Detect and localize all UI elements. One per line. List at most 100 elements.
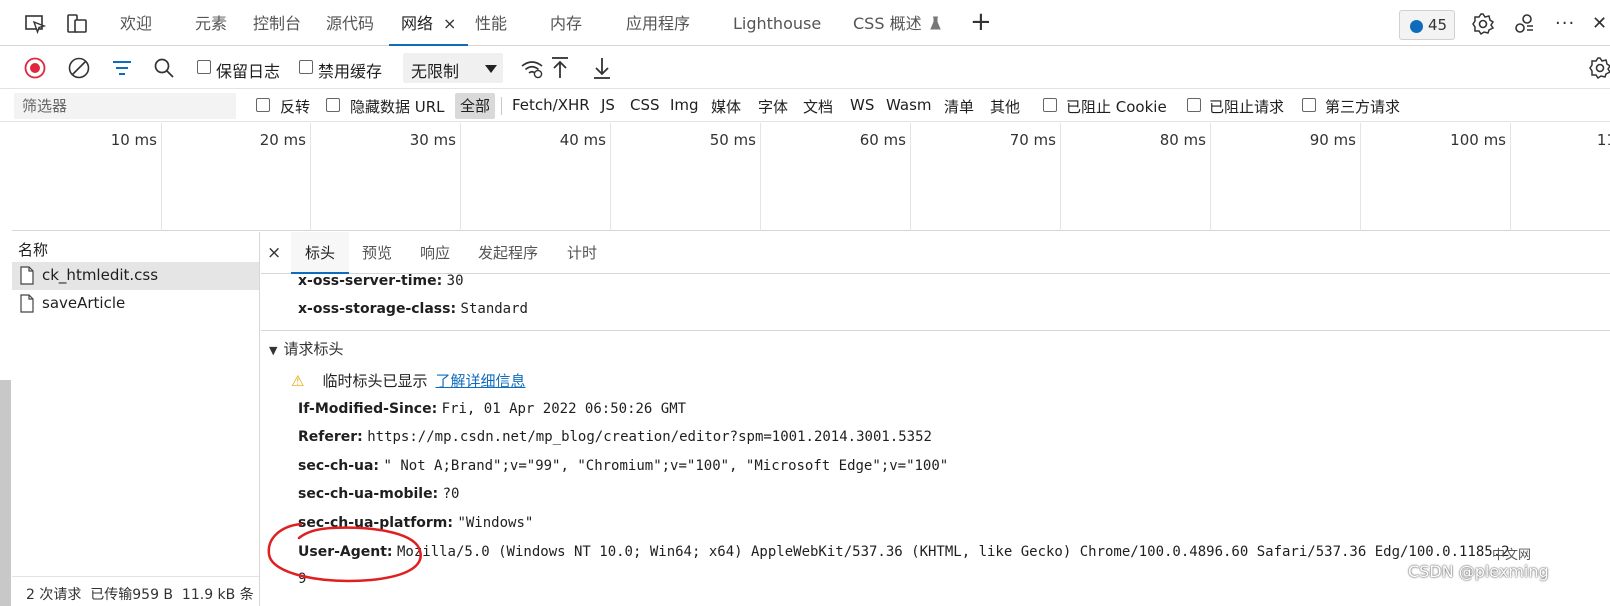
detail-tab-bar: × 标头 预览 响应 发起程序 计时: [261, 232, 1610, 274]
timeline-tick: 100 ms: [1361, 123, 1511, 231]
close-detail-icon[interactable]: ×: [267, 232, 281, 274]
response-header-row: x-oss-storage-class: Standard: [298, 301, 528, 317]
type-filter-media[interactable]: 媒体: [711, 96, 741, 117]
import-har-upload-icon[interactable]: [549, 56, 571, 80]
learn-more-link[interactable]: 了解详细信息: [435, 372, 525, 390]
request-row[interactable]: saveArticle: [12, 290, 259, 318]
hide-data-urls-checkbox[interactable]: [326, 98, 340, 112]
tab-application[interactable]: 应用程序: [626, 0, 690, 46]
warning-icon: ⚠: [291, 372, 305, 390]
tab-response[interactable]: 响应: [420, 232, 450, 274]
timeline-tick: 50 ms: [611, 123, 761, 231]
red-annotation-circle: [267, 522, 422, 583]
tab-console[interactable]: 控制台: [253, 0, 301, 46]
section-divider: [261, 330, 1610, 331]
timeline-tick: 11: [1596, 131, 1610, 149]
close-devtools-button[interactable]: ✕: [1592, 0, 1607, 46]
timeline-tick: 20 ms: [162, 123, 311, 231]
scrollbar[interactable]: [0, 380, 11, 606]
preserve-log-label: 保留日志: [216, 62, 281, 81]
filter-bar: 反转 隐藏数据 URL 全部 Fetch/XHR JS CSS Img 媒体 字…: [0, 90, 1610, 122]
request-detail-pane: × 标头 预览 响应 发起程序 计时 x-oss-server-time: 30…: [261, 232, 1610, 606]
record-stop-icon[interactable]: [24, 57, 46, 79]
tab-timing[interactable]: 计时: [567, 232, 597, 274]
clear-icon[interactable]: [68, 57, 90, 79]
tab-lighthouse[interactable]: Lighthouse: [733, 0, 821, 46]
response-header-row: x-oss-server-time: 30: [298, 273, 464, 289]
tab-preview[interactable]: 预览: [362, 232, 392, 274]
triangle-down-icon: ▼: [269, 344, 278, 357]
tab-welcome[interactable]: 欢迎: [120, 0, 152, 46]
customize-people-icon[interactable]: [1514, 13, 1536, 35]
export-har-download-icon[interactable]: [591, 56, 613, 80]
filter-icon[interactable]: [111, 57, 133, 79]
tab-network[interactable]: 网络 ×: [389, 0, 469, 46]
blocked-cookies-checkbox[interactable]: [1043, 98, 1057, 112]
request-header-row: sec-ch-ua-mobile: ?0: [298, 486, 460, 502]
timeline-tick: 60 ms: [761, 123, 911, 231]
type-filter-css[interactable]: CSS: [630, 96, 660, 114]
provisional-headers-warning: ⚠ 临时标头已显示 了解详细信息: [291, 372, 526, 390]
type-filter-other[interactable]: 其他: [990, 96, 1020, 117]
blocked-requests-label: 已阻止请求: [1209, 98, 1285, 116]
console-messages-badge[interactable]: 45: [1399, 10, 1455, 40]
network-toolbar: 保留日志 禁用缓存 无限制: [0, 47, 1610, 89]
blocked-requests-checkbox[interactable]: [1187, 98, 1201, 112]
type-filter-all[interactable]: 全部: [455, 93, 496, 119]
network-settings-gear-icon[interactable]: [1588, 56, 1610, 80]
invert-checkbox[interactable]: [256, 98, 270, 112]
tab-elements[interactable]: 元素: [195, 0, 227, 46]
inspect-element-icon[interactable]: [24, 13, 46, 35]
type-filter-ws[interactable]: WS: [850, 96, 874, 114]
tab-memory[interactable]: 内存: [550, 0, 582, 46]
preserve-log-checkbox[interactable]: [197, 60, 211, 74]
network-overview-timeline[interactable]: 10 ms 20 ms 30 ms 40 ms 50 ms 60 ms 70 m…: [12, 123, 1610, 231]
tab-performance[interactable]: 性能: [475, 0, 507, 46]
search-icon[interactable]: [153, 57, 175, 79]
devtools-tab-bar: 欢迎 元素 控制台 源代码 网络 × 性能 内存 应用程序 Lighthouse …: [0, 0, 1610, 46]
php-cn-badge: 中文网: [1492, 548, 1532, 563]
request-header-row: User-Agent: Mozilla/5.0 (Windows NT 10.0…: [298, 544, 1510, 560]
invert-label: 反转: [280, 98, 311, 116]
more-options-button[interactable]: ···: [1555, 0, 1575, 46]
disable-cache-checkbox[interactable]: [299, 60, 313, 74]
type-filter-doc[interactable]: 文档: [803, 96, 833, 117]
add-tab-button[interactable]: +: [970, 0, 992, 46]
request-header-row: sec-ch-ua: " Not A;Brand";v="99", "Chrom…: [298, 458, 949, 474]
close-tab-icon[interactable]: ×: [443, 14, 456, 33]
hide-data-urls-label: 隐藏数据 URL: [350, 98, 445, 116]
request-header-row: Referer: https://mp.csdn.net/mp_blog/cre…: [298, 429, 932, 445]
disable-cache-label: 禁用缓存: [318, 62, 383, 81]
tab-css-overview[interactable]: CSS 概述: [853, 0, 941, 46]
csdn-watermark: CSDN @plexming: [1408, 562, 1549, 581]
divider: [501, 97, 502, 115]
request-row[interactable]: ck_htmledit.css: [12, 262, 259, 290]
throttling-select[interactable]: 无限制: [403, 53, 503, 83]
type-filter-wasm[interactable]: Wasm: [886, 96, 932, 114]
type-filter-js[interactable]: JS: [601, 96, 615, 114]
settings-gear-icon[interactable]: [1471, 12, 1495, 36]
type-filter-img[interactable]: Img: [670, 96, 699, 114]
tab-sources[interactable]: 源代码: [326, 0, 374, 46]
timeline-tick: 70 ms: [911, 123, 1061, 231]
type-filter-font[interactable]: 字体: [758, 96, 788, 117]
request-headers-section-toggle[interactable]: ▼ 请求标头: [269, 338, 343, 359]
timeline-tick: 80 ms: [1061, 123, 1211, 231]
tab-headers[interactable]: 标头: [291, 232, 350, 274]
network-conditions-wifi-icon[interactable]: [520, 56, 544, 80]
timeline-tick: 10 ms: [12, 123, 162, 231]
experiment-flask-icon: [929, 16, 941, 30]
timeline-tick: 90 ms: [1211, 123, 1361, 231]
type-filter-manifest[interactable]: 清单: [944, 96, 974, 117]
chevron-down-icon: [485, 65, 497, 73]
third-party-checkbox[interactable]: [1302, 98, 1316, 112]
request-header-row: If-Modified-Since: Fri, 01 Apr 2022 06:5…: [298, 401, 687, 417]
request-list: 名称 ck_htmledit.css saveArticle 2 次请求 已传输…: [12, 232, 260, 606]
name-column-header[interactable]: 名称: [12, 232, 260, 266]
device-emulation-icon[interactable]: [66, 13, 88, 35]
filter-input[interactable]: [14, 93, 236, 119]
message-icon: [1410, 20, 1423, 33]
type-filter-fetch-xhr[interactable]: Fetch/XHR: [512, 96, 590, 114]
blocked-cookies-label: 已阻止 Cookie: [1066, 98, 1167, 116]
tab-initiator[interactable]: 发起程序: [478, 232, 538, 274]
